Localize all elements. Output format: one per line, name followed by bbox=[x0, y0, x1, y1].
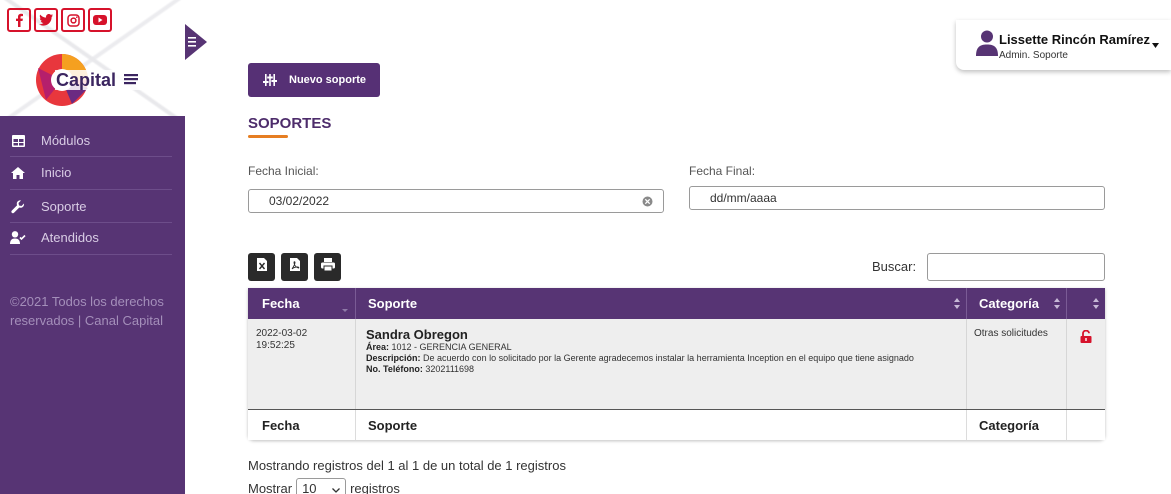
phone-line: No. Teléfono: 3202111698 bbox=[366, 364, 956, 375]
column-divider bbox=[966, 410, 967, 440]
table-footer: Fecha Soporte Categoría bbox=[248, 409, 1105, 440]
new-support-button[interactable]: Nuevo soporte bbox=[248, 63, 380, 97]
sidebar-item-label: Atendidos bbox=[41, 230, 99, 245]
divider bbox=[10, 254, 172, 255]
description-value: De acuerdo con lo solicitado por la Gere… bbox=[423, 353, 914, 363]
pdf-icon bbox=[289, 258, 300, 276]
column-divider bbox=[1066, 410, 1067, 440]
page-size-control: Mostrar 10 registros bbox=[248, 478, 400, 494]
column-divider bbox=[1066, 288, 1067, 319]
footer-categoria: Categoría bbox=[979, 418, 1039, 433]
grid-icon bbox=[10, 133, 26, 149]
youtube-icon[interactable] bbox=[88, 8, 112, 32]
cell-support: Sandra Obregon Área: 1012 - GERENCIA GEN… bbox=[366, 327, 956, 375]
column-header-soporte[interactable]: Soporte bbox=[368, 288, 417, 319]
user-name: Lissette Rincón Ramírez bbox=[999, 32, 1150, 47]
cell-date: 2022-03-02 19:52:25 bbox=[256, 328, 346, 352]
requester-name: Sandra Obregon bbox=[366, 327, 468, 342]
user-menu[interactable]: Lissette Rincón Ramírez Admin. Soporte bbox=[956, 20, 1171, 70]
sort-icon[interactable] bbox=[954, 297, 960, 312]
instagram-icon[interactable] bbox=[61, 8, 85, 32]
page-title: SOPORTES bbox=[248, 115, 332, 132]
sidebar: Módulos Inicio Soporte Atendidos ©2021 T… bbox=[0, 116, 185, 494]
table-row[interactable]: 2022-03-02 19:52:25 Sandra Obregon Área:… bbox=[248, 319, 1105, 409]
sidebar-item-label: Inicio bbox=[41, 165, 72, 180]
sidebar-toggle-button[interactable] bbox=[185, 24, 207, 60]
caret-down-icon bbox=[1152, 36, 1159, 54]
user-avatar-icon bbox=[976, 30, 998, 56]
area-line: Área: 1012 - GERENCIA GENERAL bbox=[366, 342, 956, 353]
user-role: Admin. Soporte bbox=[999, 50, 1068, 61]
clear-icon[interactable] bbox=[642, 196, 653, 210]
search-input[interactable] bbox=[927, 253, 1105, 281]
column-divider bbox=[355, 319, 356, 409]
print-button[interactable] bbox=[314, 253, 341, 281]
social-links bbox=[7, 8, 112, 32]
show-label: Mostrar bbox=[248, 480, 293, 494]
svg-text:Capital: Capital bbox=[56, 70, 116, 90]
export-excel-button[interactable] bbox=[248, 253, 275, 281]
title-underline bbox=[248, 135, 288, 138]
home-icon bbox=[10, 165, 26, 181]
cell-category: Otras solicitudes bbox=[974, 328, 1048, 339]
end-date-label: Fecha Final: bbox=[689, 164, 756, 178]
sidebar-item-label: Soporte bbox=[41, 199, 87, 214]
canal-capital-logo: Capital bbox=[32, 48, 147, 112]
sidebar-item-soporte[interactable]: Soporte bbox=[0, 190, 185, 223]
column-divider bbox=[355, 288, 356, 319]
description-line: Descripción: De acuerdo con lo solicitad… bbox=[366, 353, 956, 364]
column-divider bbox=[1066, 319, 1067, 409]
footer-fecha: Fecha bbox=[262, 418, 300, 433]
export-pdf-button[interactable] bbox=[281, 253, 308, 281]
end-date-placeholder: dd/mm/aaaa bbox=[710, 191, 777, 205]
area-value: 1012 - GERENCIA GENERAL bbox=[391, 342, 512, 352]
search-label: Buscar: bbox=[872, 259, 917, 274]
phone-label: No. Teléfono: bbox=[366, 364, 423, 374]
print-icon bbox=[320, 258, 335, 276]
page-size-select[interactable]: 10 bbox=[296, 478, 347, 494]
records-label: registros bbox=[350, 480, 400, 494]
twitter-icon[interactable] bbox=[34, 8, 58, 32]
copyright-text: ©2021 Todos los derechos reservados | Ca… bbox=[10, 294, 164, 328]
column-divider bbox=[966, 288, 967, 319]
sidebar-header: Capital bbox=[0, 0, 185, 116]
description-label: Descripción: bbox=[366, 353, 421, 363]
sort-desc-icon[interactable] bbox=[342, 300, 348, 315]
phone-value: 3202111698 bbox=[425, 364, 475, 374]
new-support-label: Nuevo soporte bbox=[289, 74, 367, 86]
end-date-input[interactable]: dd/mm/aaaa bbox=[689, 186, 1105, 210]
start-date-input[interactable]: 03/02/2022 bbox=[248, 189, 664, 213]
column-divider bbox=[966, 319, 967, 409]
sliders-icon bbox=[263, 74, 277, 86]
sidebar-item-atendidos[interactable]: Atendidos bbox=[0, 221, 185, 254]
facebook-icon[interactable] bbox=[7, 8, 31, 32]
time-value: 19:52:25 bbox=[256, 340, 295, 351]
supports-table: Fecha Soporte Categoría 2022-03-02 19:52… bbox=[248, 288, 1105, 440]
column-header-fecha[interactable]: Fecha bbox=[262, 288, 300, 319]
date-value: 2022-03-02 bbox=[256, 328, 308, 339]
records-info: Mostrando registros del 1 al 1 de un tot… bbox=[248, 458, 566, 473]
excel-icon bbox=[256, 258, 267, 276]
sidebar-item-modulos[interactable]: Módulos bbox=[0, 124, 185, 157]
sort-icon[interactable] bbox=[1093, 297, 1099, 312]
page-size-value: 10 bbox=[302, 480, 317, 494]
area-label: Área: bbox=[366, 342, 390, 352]
column-header-categoria[interactable]: Categoría bbox=[979, 288, 1039, 319]
wrench-icon bbox=[10, 199, 26, 215]
sidebar-item-label: Módulos bbox=[41, 133, 91, 148]
sort-icon[interactable] bbox=[1054, 297, 1060, 312]
sidebar-item-inicio[interactable]: Inicio bbox=[0, 156, 185, 189]
chevron-down-icon bbox=[332, 481, 341, 494]
footer-soporte: Soporte bbox=[368, 418, 418, 433]
user-check-icon bbox=[10, 230, 26, 246]
column-divider bbox=[355, 410, 356, 440]
start-date-label: Fecha Inicial: bbox=[248, 164, 319, 178]
unlock-icon[interactable] bbox=[1080, 329, 1092, 348]
start-date-value: 03/02/2022 bbox=[269, 194, 330, 208]
table-header: Fecha Soporte Categoría bbox=[248, 288, 1105, 319]
